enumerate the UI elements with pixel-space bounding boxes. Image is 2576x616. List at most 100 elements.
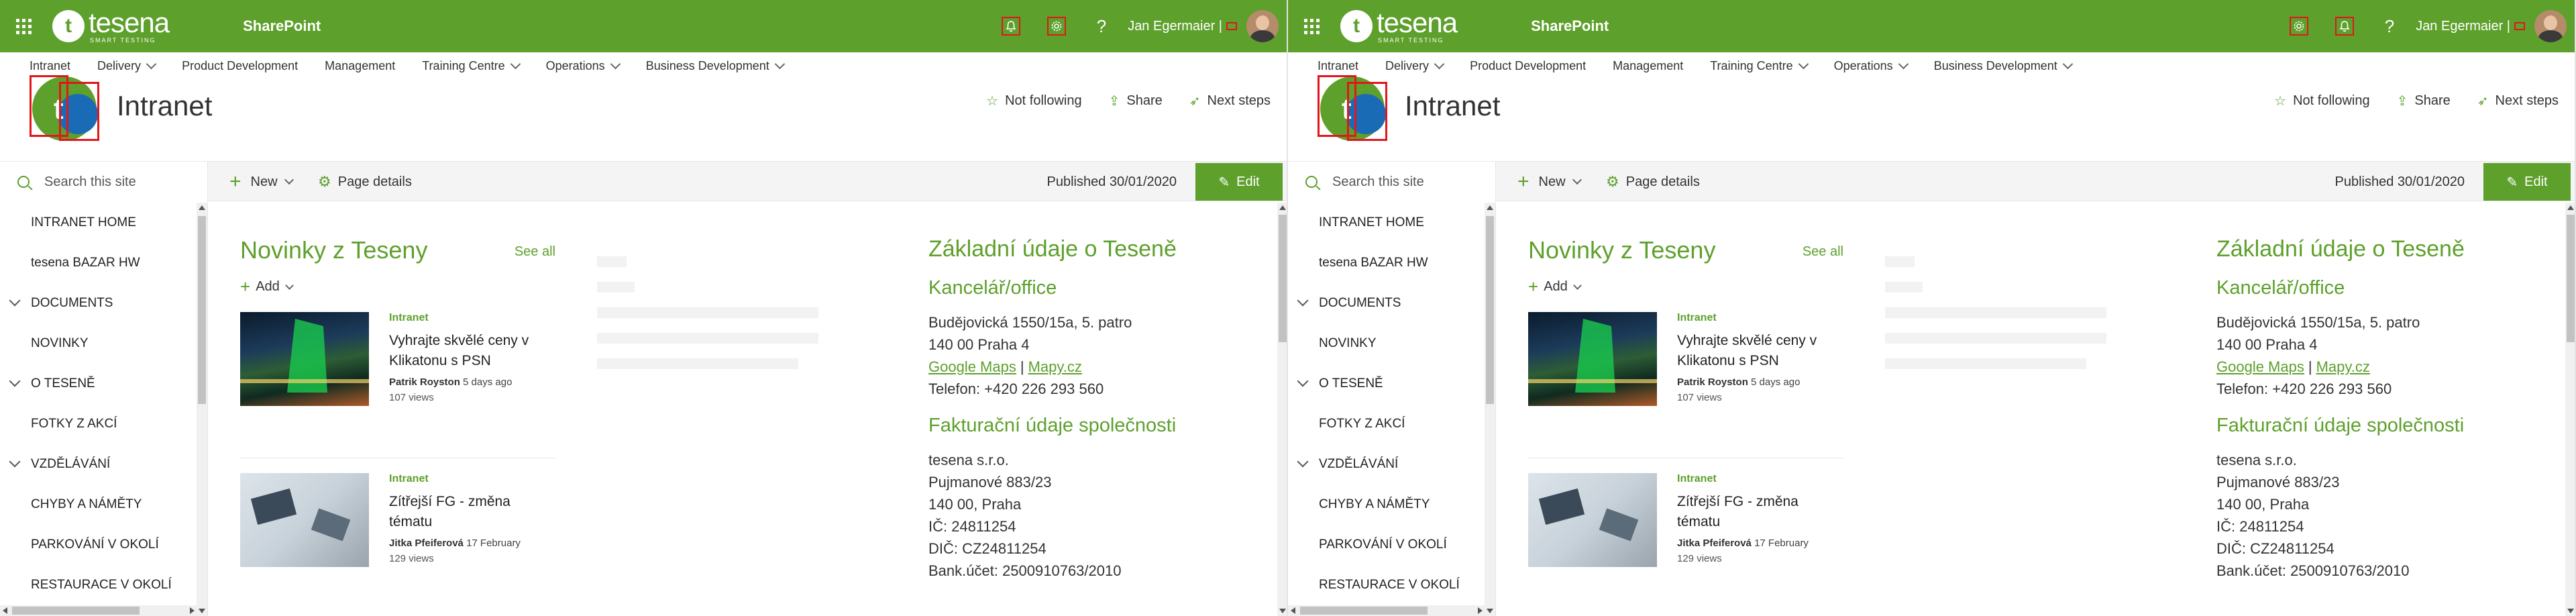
leftnav-item-o-tesene[interactable]: O TESENĚ <box>1288 364 1495 404</box>
scroll-thumb[interactable] <box>198 216 206 404</box>
leftnav-item-chyby[interactable]: CHYBY A NÁMĚTY <box>1288 484 1495 525</box>
brand-logo[interactable]: t tesena SMART TESTING <box>52 9 170 44</box>
news-category[interactable]: Intranet <box>1677 312 1843 324</box>
page-scrollbar[interactable] <box>1277 203 1287 616</box>
topnav-item-intranet[interactable]: Intranet <box>30 59 70 73</box>
chevron-down-icon[interactable] <box>9 295 21 307</box>
leftnav-item-documents[interactable]: DOCUMENTS <box>1288 283 1495 323</box>
gear-icon[interactable] <box>2289 17 2308 36</box>
news-post-title[interactable]: Zítřejší FG - změna tématu <box>1677 492 1843 532</box>
gear-icon[interactable] <box>1046 17 1066 36</box>
app-name[interactable]: SharePoint <box>243 17 321 35</box>
user-name[interactable]: Jan Egermaier | <box>2416 19 2510 34</box>
leftnav-item-vzdelavani[interactable]: VZDĚLÁVÁNÍ <box>1288 444 1495 484</box>
news-thumbnail[interactable] <box>1528 312 1657 406</box>
site-logo[interactable]: t <box>1318 72 1389 141</box>
chevron-down-icon[interactable] <box>1297 375 1309 387</box>
leftnav-item-novinky[interactable]: NOVINKY <box>0 323 207 364</box>
flag-icon[interactable] <box>1226 22 1237 30</box>
news-author[interactable]: Patrik Royston <box>1677 376 1748 388</box>
leftnav-item-intranet-home[interactable]: INTRANET HOME <box>1288 203 1495 243</box>
topnav-item-delivery[interactable]: Delivery <box>1385 58 1445 73</box>
news-post-title[interactable]: Vyhrajte skvělé ceny v Klikatonu s PSN <box>389 331 555 371</box>
news-title[interactable]: Novinky z Teseny <box>1528 236 1843 264</box>
google-maps-link[interactable]: Google Maps <box>928 358 1016 375</box>
scroll-thumb[interactable] <box>1486 216 1494 404</box>
news-thumbnail[interactable] <box>240 312 369 406</box>
page-details-button[interactable]: ⚙ Page details <box>318 162 412 202</box>
leftnav-item-bazar-hw[interactable]: tesena BAZAR HW <box>0 243 207 283</box>
share-button[interactable]: ⇪ Share <box>2397 93 2451 109</box>
search-input[interactable] <box>44 174 199 190</box>
add-news-button[interactable]: + Add <box>240 276 555 297</box>
leftnav-item-bazar-hw[interactable]: tesena BAZAR HW <box>1288 243 1495 283</box>
leftnav-item-parkovani[interactable]: PARKOVÁNÍ V OKOLÍ <box>0 525 207 565</box>
topnav-item-training-centre[interactable]: Training Centre <box>422 58 521 73</box>
site-title[interactable]: Intranet <box>117 90 212 122</box>
chevron-down-icon[interactable] <box>9 375 21 387</box>
news-author[interactable]: Patrik Royston <box>389 376 460 388</box>
bell-icon[interactable] <box>2334 17 2354 36</box>
leftnav-h-scrollbar[interactable] <box>0 605 197 616</box>
mapy-cz-link[interactable]: Mapy.cz <box>2316 358 2370 375</box>
site-logo[interactable]: t <box>30 72 101 141</box>
search-box[interactable] <box>1288 162 1496 202</box>
page-scrollbar[interactable] <box>2565 203 2575 616</box>
share-button[interactable]: ⇪ Share <box>1109 93 1163 109</box>
leftnav-item-fotky[interactable]: FOTKY Z AKCÍ <box>1288 404 1495 444</box>
avatar[interactable] <box>1246 10 1279 42</box>
news-category[interactable]: Intranet <box>389 312 555 324</box>
topnav-item-operations[interactable]: Operations <box>546 58 621 73</box>
topnav-item-product-development[interactable]: Product Development <box>182 59 298 73</box>
leftnav-item-fotky[interactable]: FOTKY Z AKCÍ <box>0 404 207 444</box>
see-all-link[interactable]: See all <box>1803 244 1843 260</box>
avatar[interactable] <box>2534 10 2567 42</box>
help-icon[interactable]: ? <box>2385 16 2394 37</box>
topnav-item-training-centre[interactable]: Training Centre <box>1710 58 1809 73</box>
leftnav-item-restaurace[interactable]: RESTAURACE V OKOLÍ <box>1288 565 1495 605</box>
news-post-title[interactable]: Zítřejší FG - změna tématu <box>389 492 555 532</box>
news-category[interactable]: Intranet <box>389 473 555 485</box>
user-name[interactable]: Jan Egermaier | <box>1128 19 1222 34</box>
news-thumbnail[interactable] <box>240 473 369 567</box>
leftnav-item-documents[interactable]: DOCUMENTS <box>0 283 207 323</box>
topnav-item-operations[interactable]: Operations <box>1834 58 1909 73</box>
waffle-icon[interactable] <box>1288 0 1335 52</box>
add-news-button[interactable]: + Add <box>1528 276 1843 297</box>
news-thumbnail[interactable] <box>1528 473 1657 567</box>
news-title[interactable]: Novinky z Teseny <box>240 236 555 264</box>
scroll-thumb[interactable] <box>2567 215 2575 342</box>
search-input[interactable] <box>1332 174 1487 190</box>
news-post[interactable]: Intranet Zítřejší FG - změna tématu Jitk… <box>1528 468 1843 616</box>
edit-button[interactable]: ✎ Edit <box>1195 163 1283 201</box>
app-name[interactable]: SharePoint <box>1531 17 1609 35</box>
new-button[interactable]: + New <box>229 162 294 202</box>
topnav-item-delivery[interactable]: Delivery <box>97 58 157 73</box>
leftnav-scrollbar[interactable] <box>197 203 207 616</box>
leftnav-item-parkovani[interactable]: PARKOVÁNÍ V OKOLÍ <box>1288 525 1495 565</box>
mapy-cz-link[interactable]: Mapy.cz <box>1028 358 1082 375</box>
scroll-thumb[interactable] <box>1279 215 1287 342</box>
follow-button[interactable]: ☆ Not following <box>2274 93 2369 109</box>
news-category[interactable]: Intranet <box>1677 473 1843 485</box>
leftnav-item-intranet-home[interactable]: INTRANET HOME <box>0 203 207 243</box>
help-icon[interactable]: ? <box>1097 16 1106 37</box>
brand-logo[interactable]: t tesena SMART TESTING <box>1340 9 1458 44</box>
topnav-item-business-development[interactable]: Business Development <box>1934 58 2074 73</box>
leftnav-item-restaurace[interactable]: RESTAURACE V OKOLÍ <box>0 565 207 605</box>
waffle-icon[interactable] <box>0 0 47 52</box>
bell-icon[interactable] <box>1001 17 1020 36</box>
chevron-down-icon[interactable] <box>9 456 21 468</box>
topnav-item-intranet[interactable]: Intranet <box>1318 59 1358 73</box>
page-details-button[interactable]: ⚙ Page details <box>1606 162 1700 202</box>
follow-button[interactable]: ☆ Not following <box>986 93 1081 109</box>
scroll-thumb[interactable] <box>1300 607 1428 615</box>
leftnav-item-o-tesene[interactable]: O TESENĚ <box>0 364 207 404</box>
topnav-item-management[interactable]: Management <box>325 59 395 73</box>
leftnav-h-scrollbar[interactable] <box>1288 605 1485 616</box>
news-author[interactable]: Jitka Pfeiferová <box>1677 537 1752 549</box>
news-author[interactable]: Jitka Pfeiferová <box>389 537 464 549</box>
news-post-title[interactable]: Vyhrajte skvělé ceny v Klikatonu s PSN <box>1677 331 1843 371</box>
scroll-thumb[interactable] <box>12 607 140 615</box>
leftnav-item-vzdelavani[interactable]: VZDĚLÁVÁNÍ <box>0 444 207 484</box>
